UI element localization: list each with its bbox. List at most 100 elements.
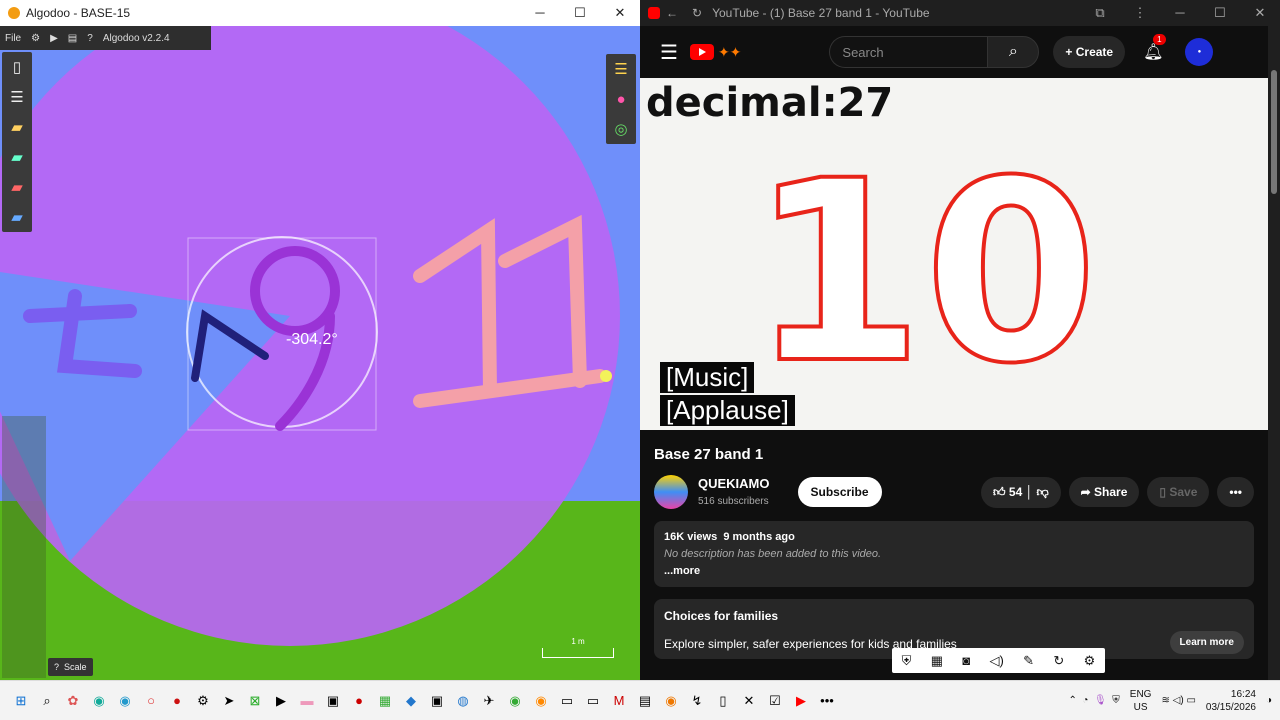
extensions-icon[interactable]: ⧉ (1080, 5, 1120, 21)
wifi-icon[interactable]: ≋ (1161, 695, 1169, 706)
edge-icon[interactable]: ◉ (86, 688, 112, 714)
app-icon-8[interactable]: ☑ (762, 688, 788, 714)
notification-center-icon[interactable]: ◑ (1266, 695, 1272, 706)
volume-icon[interactable]: ◁) (1173, 695, 1184, 706)
share-button[interactable]: ➦ Share (1068, 477, 1140, 507)
clapper-icon[interactable]: ▦ (931, 653, 943, 669)
media-player-icon[interactable]: ▶ (268, 688, 294, 714)
zoom-icon[interactable]: ◎ (606, 114, 636, 144)
minimize-button[interactable]: ─ (1160, 5, 1200, 21)
settings-icon[interactable]: ⚙ (190, 688, 216, 714)
edge-beta-icon[interactable]: ◉ (112, 688, 138, 714)
learn-more-button[interactable]: Learn more (1169, 631, 1244, 654)
shield-icon[interactable]: ⛨ (902, 653, 912, 669)
layers-icon[interactable]: ☰ (606, 54, 636, 84)
more-actions-icon[interactable]: ••• (1217, 477, 1254, 507)
more-link[interactable]: ...more (664, 565, 1244, 577)
opera-icon[interactable]: ○ (138, 688, 164, 714)
file-explorer-icon[interactable]: ▬ (294, 688, 320, 714)
app-icon-4[interactable]: ▭ (554, 688, 580, 714)
app-icon-3[interactable]: ✈ (476, 688, 502, 714)
browser-menu-icon[interactable]: ⋮ (1120, 5, 1160, 21)
vscode-icon[interactable]: ◆ (398, 688, 424, 714)
microphone-icon[interactable]: 🎙︎ (1094, 695, 1107, 706)
battery-icon[interactable]: ▭ (1186, 695, 1195, 706)
drawing-tools-panel[interactable] (2, 416, 46, 678)
channel-avatar[interactable] (654, 475, 688, 509)
chrome-icon[interactable]: ◉ (502, 688, 528, 714)
video-player[interactable]: decimal:27 10 [Music] [Applause] (640, 78, 1268, 430)
create-label: Create (1075, 45, 1114, 59)
camera-icon[interactable]: ◙ (962, 653, 970, 668)
save-button[interactable]: ▯ Save (1147, 477, 1210, 507)
avatar[interactable]: ● (1185, 38, 1214, 66)
palette-icon[interactable]: ● (606, 84, 636, 114)
hamburger-menu-icon[interactable]: ☰ (660, 40, 678, 65)
maximize-button[interactable]: ☐ (560, 5, 600, 21)
search-icon[interactable]: ⌕ (987, 36, 1040, 68)
cursor-app-icon[interactable]: ➤ (216, 688, 242, 714)
mouse-icon[interactable]: ▯ (710, 688, 736, 714)
app-icon-2[interactable]: ▣ (424, 688, 450, 714)
settings-icon[interactable]: ⚙ (1084, 653, 1096, 669)
browse-icon[interactable]: ▰ (2, 142, 32, 172)
channel-name[interactable]: QUEKIAMO (698, 476, 770, 491)
minecraft-icon[interactable]: ▦ (372, 688, 398, 714)
recorder-icon[interactable]: ● (346, 688, 372, 714)
subscribe-button[interactable]: Subscribe (797, 477, 882, 507)
help-icon[interactable]: ? (82, 33, 98, 44)
scale-button[interactable]: ? Scale (48, 658, 93, 676)
hp-icon[interactable]: ◍ (450, 688, 476, 714)
search-input[interactable]: Search (829, 36, 988, 68)
mcafee-icon[interactable]: M (606, 688, 632, 714)
thumbs-down-icon[interactable]: 👎︎ (1036, 485, 1048, 499)
app-icon-7[interactable]: ↯ (684, 688, 710, 714)
doodle-logo-icon[interactable]: ✦✦ (718, 44, 741, 61)
algodoo-taskbar-icon[interactable]: ◉ (528, 688, 554, 714)
opera-gx-icon[interactable]: ● (164, 688, 190, 714)
maximize-button[interactable]: ☐ (1200, 5, 1240, 21)
window-icon[interactable]: ▤ (63, 33, 82, 44)
language-indicator[interactable]: ENG US (1130, 688, 1152, 714)
youtube-logo-icon[interactable] (689, 44, 714, 60)
search-icon[interactable]: ⌕ (34, 688, 60, 714)
file-menu[interactable]: File (0, 33, 26, 44)
description-box[interactable]: 16K views 9 months ago No description ha… (654, 521, 1254, 587)
app-icon-1[interactable]: ▣ (320, 688, 346, 714)
gear-icon[interactable]: ⚙ (26, 33, 45, 44)
clock-date: 03/15/2026 (1205, 701, 1256, 713)
save-icon[interactable]: ▰ (2, 172, 32, 202)
more-icon[interactable]: ••• (814, 688, 840, 714)
volume-icon[interactable]: ◁) (990, 653, 1004, 669)
simulation-canvas[interactable]: File ⚙ ▶ ▤ ? Algodoo v2.2.4 ▯ ☰ ▰ ▰ ▰ ▰ … (0, 26, 640, 680)
scrollbar-thumb[interactable] (1271, 70, 1277, 194)
export-icon[interactable]: ▰ (2, 202, 32, 232)
start-icon[interactable]: ⊞ (8, 688, 34, 714)
app-icon-6[interactable]: ▤ (632, 688, 658, 714)
close-button[interactable]: ✕ (600, 5, 640, 21)
vpn-icon[interactable]: ⛨ (1112, 695, 1120, 706)
app-icon-5[interactable]: ▭ (580, 688, 606, 714)
firefox-icon[interactable]: ◉ (658, 688, 684, 714)
notifications-bell-icon[interactable]: 🔔︎ 1 (1143, 34, 1166, 62)
copilot-icon[interactable]: ✿ (60, 688, 86, 714)
new-scene-icon[interactable]: ☰ (2, 82, 32, 112)
play-icon[interactable]: ▶ (45, 33, 63, 44)
open-folder-icon[interactable]: ▰ (2, 112, 32, 142)
xbox-icon[interactable]: ⊠ (242, 688, 268, 714)
close-button[interactable]: ✕ (1240, 5, 1280, 21)
refresh-icon[interactable]: ↻ (1053, 653, 1064, 669)
capcut-icon[interactable]: ✕ (736, 688, 762, 714)
youtube-taskbar-icon[interactable]: ▶ (788, 688, 814, 714)
back-icon[interactable]: ← (666, 6, 678, 20)
like-button[interactable]: 👍︎ 54 │ 👎︎ (981, 476, 1061, 508)
create-button[interactable]: + Create (1053, 36, 1126, 68)
minimize-button[interactable]: ─ (520, 5, 560, 21)
reload-icon[interactable]: ↻ (692, 6, 702, 20)
pin-icon[interactable]: ✎ (1023, 653, 1034, 669)
new-file-icon[interactable]: ▯ (2, 52, 32, 82)
battery-saver-icon[interactable]: ◔ (1082, 695, 1088, 706)
chevron-up-icon[interactable]: ⌃ (1068, 695, 1076, 706)
clock[interactable]: 16:24 03/15/2026 (1206, 688, 1256, 714)
page-scrollbar[interactable] (1268, 26, 1280, 680)
